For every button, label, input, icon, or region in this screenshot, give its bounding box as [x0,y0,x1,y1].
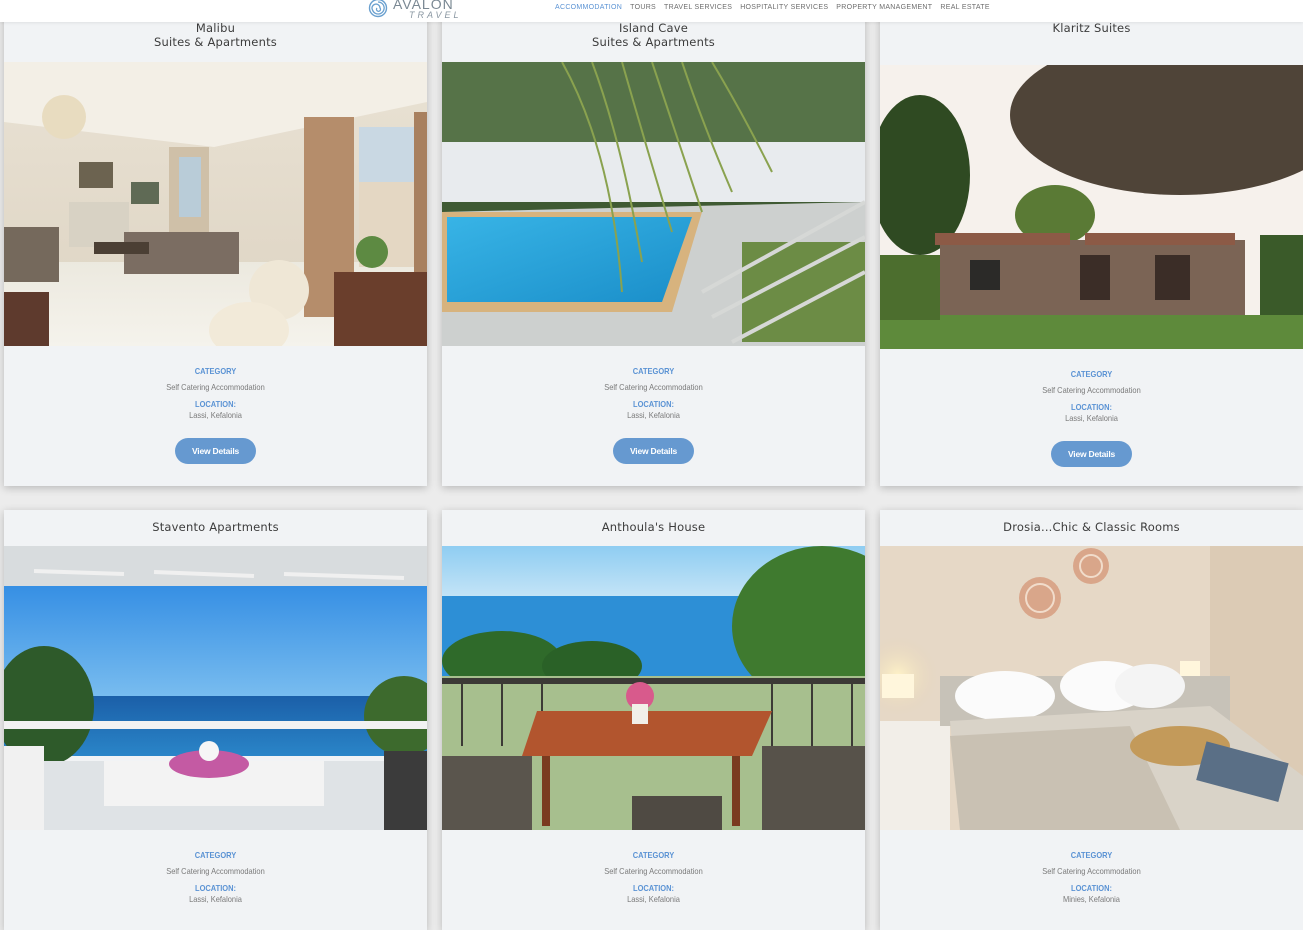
location-value: Lassi, Kefalonia [627,894,680,904]
property-meta: CATEGORY Self Catering Accommodation LOC… [442,850,865,905]
property-title[interactable]: Drosia...Chic & Classic Rooms [880,520,1303,534]
site-logo[interactable]: AVALON TRAVEL [368,0,462,22]
property-photo[interactable] [4,62,427,346]
location-value: Lassi, Kefalonia [189,410,242,420]
location-label: LOCATION: [1070,402,1113,412]
category-label: CATEGORY [632,366,675,376]
property-title[interactable]: Anthoula's House [442,520,865,534]
property-meta: CATEGORY Self Catering Accommodation LOC… [4,366,427,421]
property-card: Malibu Suites & Apartments CATEGORY Self… [4,10,427,486]
property-meta: CATEGORY Self Catering Accommodation LOC… [880,369,1303,424]
location-value: Minies, Kefalonia [1063,894,1120,904]
property-meta: CATEGORY Self Catering Accommodation LOC… [880,850,1303,905]
category-label: CATEGORY [632,850,675,860]
category-value: Self Catering Accommodation [1042,385,1141,395]
property-title-line2: Suites & Apartments [592,35,715,49]
property-title[interactable]: Klaritz Suites [880,21,1303,35]
property-title-line1: Drosia...Chic & Classic Rooms [1003,520,1180,534]
property-meta: CATEGORY Self Catering Accommodation LOC… [442,366,865,421]
category-value: Self Catering Accommodation [604,382,703,392]
property-photo[interactable] [880,546,1303,830]
site-header: AVALON TRAVEL ACCOMMODATION TOURS TRAVEL… [0,0,1303,22]
property-meta: CATEGORY Self Catering Accommodation LOC… [4,850,427,905]
property-title[interactable]: Stavento Apartments [4,520,427,534]
property-photo[interactable] [442,62,865,346]
property-title-line2: Suites & Apartments [154,35,277,49]
category-label: CATEGORY [194,366,237,376]
property-title[interactable]: Malibu Suites & Apartments [4,21,427,49]
nav-item-accommodation[interactable]: ACCOMMODATION [555,4,622,11]
nav-item-real-estate[interactable]: REAL ESTATE [940,4,989,11]
property-photo[interactable] [4,546,427,830]
category-label: CATEGORY [194,850,237,860]
category-value: Self Catering Accommodation [1042,866,1141,876]
property-photo[interactable] [880,65,1303,349]
property-photo[interactable] [442,546,865,830]
category-label: CATEGORY [1070,369,1113,379]
logo-subtitle: TRAVEL [409,9,462,20]
location-label: LOCATION: [1070,883,1113,893]
property-card: Island Cave Suites & Apartments CATEGORY… [442,10,865,486]
view-details-button[interactable]: View Details [613,438,694,464]
view-details-button[interactable]: View Details [1051,441,1132,467]
location-value: Lassi, Kefalonia [1065,413,1118,423]
view-details-button[interactable]: View Details [175,438,256,464]
property-card: Stavento Apartments CATEGORY Self Cateri… [4,510,427,930]
property-card: Drosia...Chic & Classic Rooms CATEGORY S… [880,510,1303,930]
location-value: Lassi, Kefalonia [627,410,680,420]
property-card: Anthoula's House CATEGORY Self Catering … [442,510,865,930]
category-value: Self Catering Accommodation [166,382,265,392]
property-title-line1: Stavento Apartments [152,520,279,534]
logo-name: AVALON [393,0,454,12]
property-title[interactable]: Island Cave Suites & Apartments [442,21,865,49]
location-value: Lassi, Kefalonia [189,894,242,904]
location-label: LOCATION: [632,399,675,409]
nav-item-tours[interactable]: TOURS [630,4,656,11]
property-title-line1: Island Cave [618,21,689,35]
category-value: Self Catering Accommodation [166,866,265,876]
main-nav: ACCOMMODATION TOURS TRAVEL SERVICES HOSP… [555,4,990,11]
property-title-line1: Anthoula's House [601,520,706,534]
nav-item-property-management[interactable]: PROPERTY MANAGEMENT [836,4,932,11]
category-value: Self Catering Accommodation [604,866,703,876]
location-label: LOCATION: [194,399,237,409]
location-label: LOCATION: [632,883,675,893]
property-title-line1: Malibu [195,21,236,35]
property-card: Klaritz Suites CATEGORY Self Catering Ac… [880,10,1303,486]
property-title-line1: Klaritz Suites [1052,21,1131,35]
nav-item-travel-services[interactable]: TRAVEL SERVICES [664,4,732,11]
spiral-logo-icon [368,0,388,18]
location-label: LOCATION: [194,883,237,893]
category-label: CATEGORY [1070,850,1113,860]
nav-item-hospitality-services[interactable]: HOSPITALITY SERVICES [740,4,828,11]
